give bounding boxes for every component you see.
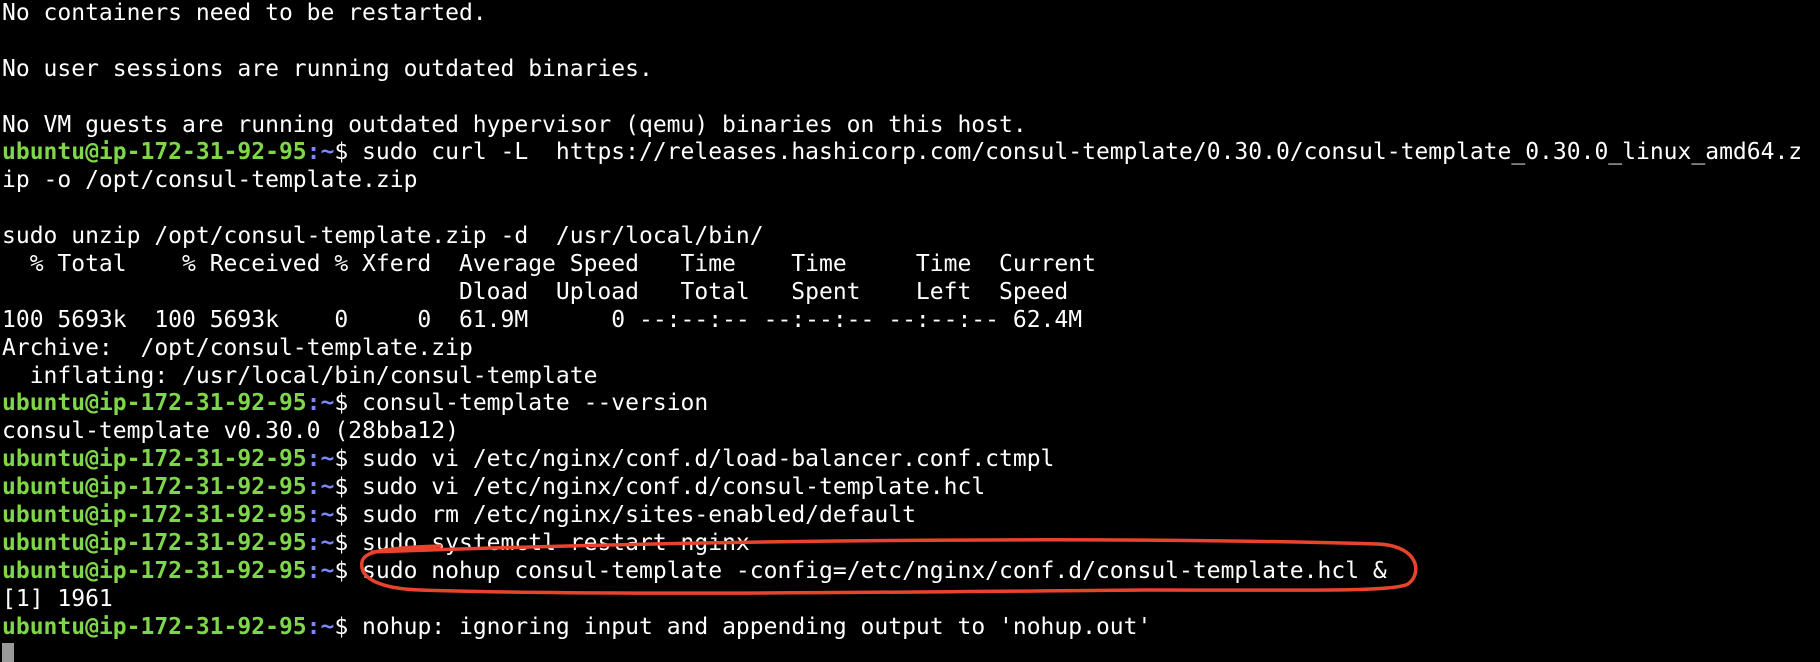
prompt-path: :~ [306, 474, 335, 501]
prompt-symbol: $ [334, 529, 349, 556]
output-text: No user sessions are running outdated bi… [2, 55, 653, 82]
output-text: consul-template v0.30.0 (28bba12) [2, 418, 459, 445]
prompt-symbol: $ [334, 557, 349, 584]
command-text: nohup: ignoring input and appending outp… [348, 613, 1152, 640]
prompt-symbol: $ [334, 446, 349, 473]
prompt-user: ubuntu@ip-172-31-92-95 [2, 139, 307, 166]
prompt-path: :~ [306, 446, 335, 473]
output-text: 100 5693k 100 5693k 0 0 61.9M 0 --:--:--… [2, 306, 1083, 333]
prompt-user: ubuntu@ip-172-31-92-95 [2, 474, 307, 501]
prompt-symbol: $ [334, 474, 349, 501]
command-text: sudo vi /etc/nginx/conf.d/consul-templat… [348, 474, 986, 501]
prompt-user: ubuntu@ip-172-31-92-95 [2, 502, 307, 529]
output-line: Dload Upload Total Spent Left Speed [2, 279, 1818, 307]
prompt-path: :~ [306, 613, 335, 640]
output-line: 100 5693k 100 5693k 0 0 61.9M 0 --:--:--… [2, 307, 1818, 335]
command-text: sudo nohup consul-template -config=/etc/… [348, 557, 1387, 584]
output-text: sudo unzip /opt/consul-template.zip -d /… [2, 223, 764, 250]
output-text: inflating: /usr/local/bin/consul-templat… [2, 362, 598, 389]
prompt-path: :~ [306, 529, 335, 556]
output-line: No user sessions are running outdated bi… [2, 56, 1818, 84]
output-line: [1] 1961 [2, 586, 1818, 614]
prompt-user: ubuntu@ip-172-31-92-95 [2, 446, 307, 473]
prompt-path: :~ [306, 390, 335, 417]
output-line: No containers need to be restarted. [2, 0, 1818, 28]
command-line: ubuntu@ip-172-31-92-95:~$ sudo curl -L h… [2, 139, 1818, 167]
output-text: [1] 1961 [2, 585, 113, 612]
command-line: ubuntu@ip-172-31-92-95:~$ nohup: ignorin… [2, 614, 1818, 642]
command-text: sudo curl -L https://releases.hashicorp.… [348, 139, 1803, 166]
command-line: ubuntu@ip-172-31-92-95:~$ consul-templat… [2, 390, 1818, 418]
prompt-path: :~ [306, 557, 335, 584]
prompt-user: ubuntu@ip-172-31-92-95 [2, 390, 307, 417]
command-line: ubuntu@ip-172-31-92-95:~$ sudo systemctl… [2, 530, 1818, 558]
output-line [2, 28, 1818, 56]
command-text: sudo rm /etc/nginx/sites-enabled/default [348, 502, 916, 529]
prompt-symbol: $ [334, 502, 349, 529]
command-line: ubuntu@ip-172-31-92-95:~$ sudo nohup con… [2, 558, 1818, 586]
output-line: % Total % Received % Xferd Average Speed… [2, 251, 1818, 279]
output-line: No VM guests are running outdated hyperv… [2, 112, 1818, 140]
output-text: No VM guests are running outdated hyperv… [2, 111, 1027, 138]
output-line: consul-template v0.30.0 (28bba12) [2, 418, 1818, 446]
prompt-symbol: $ [334, 390, 349, 417]
command-text: sudo vi /etc/nginx/conf.d/load-balancer.… [348, 446, 1055, 473]
output-line [2, 195, 1818, 223]
prompt-user: ubuntu@ip-172-31-92-95 [2, 557, 307, 584]
prompt-path: :~ [306, 139, 335, 166]
terminal-cursor [2, 643, 14, 662]
output-text: % Total % Received % Xferd Average Speed… [2, 251, 1096, 278]
output-text: Archive: /opt/consul-template.zip [2, 334, 473, 361]
output-line: sudo unzip /opt/consul-template.zip -d /… [2, 223, 1818, 251]
prompt-symbol: $ [334, 613, 349, 640]
cursor-line [2, 641, 1818, 662]
output-text: Dload Upload Total Spent Left Speed [2, 278, 1069, 305]
command-text: sudo systemctl restart nginx [348, 529, 750, 556]
output-line: inflating: /usr/local/bin/consul-templat… [2, 363, 1818, 391]
prompt-symbol: $ [334, 139, 349, 166]
command-line: ubuntu@ip-172-31-92-95:~$ sudo rm /etc/n… [2, 502, 1818, 530]
prompt-user: ubuntu@ip-172-31-92-95 [2, 529, 307, 556]
command-line: ubuntu@ip-172-31-92-95:~$ sudo vi /etc/n… [2, 446, 1818, 474]
terminal-window[interactable]: No containers need to be restarted. No u… [2, 0, 1818, 662]
command-text: consul-template --version [348, 390, 709, 417]
output-text: ip -o /opt/consul-template.zip [2, 167, 418, 194]
output-line: Archive: /opt/consul-template.zip [2, 335, 1818, 363]
command-line: ubuntu@ip-172-31-92-95:~$ sudo vi /etc/n… [2, 474, 1818, 502]
output-line [2, 84, 1818, 112]
output-text: No containers need to be restarted. [2, 0, 487, 26]
output-line: ip -o /opt/consul-template.zip [2, 167, 1818, 195]
prompt-path: :~ [306, 502, 335, 529]
prompt-user: ubuntu@ip-172-31-92-95 [2, 613, 307, 640]
